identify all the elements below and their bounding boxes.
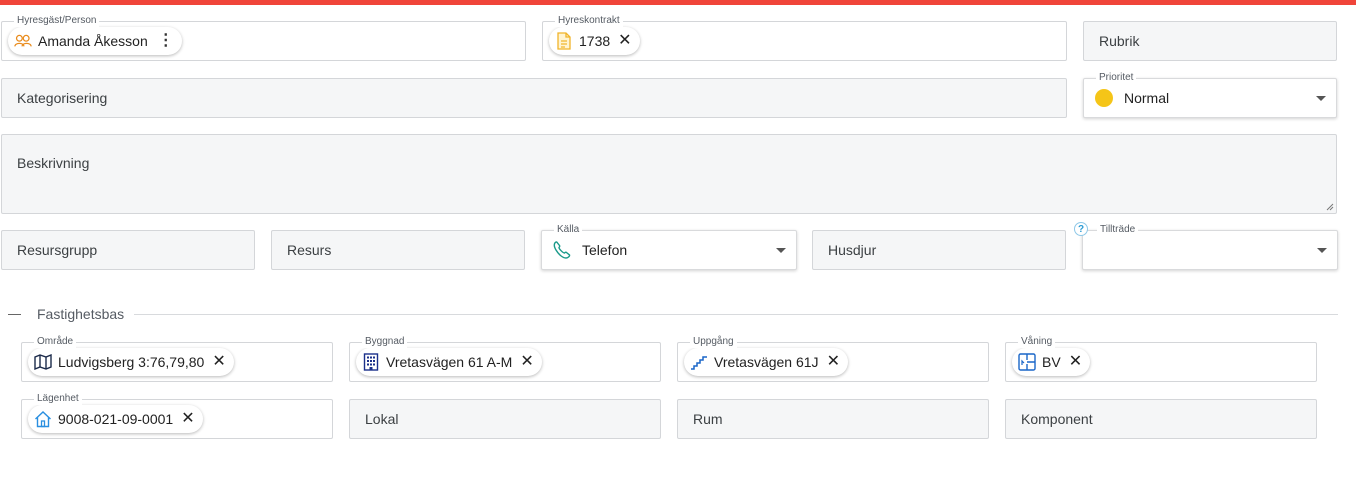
source-label: Källa xyxy=(554,224,583,236)
chevron-down-icon xyxy=(776,248,786,253)
premises-input[interactable]: Lokal xyxy=(349,399,661,439)
entrance-field[interactable]: Uppgång Vretasvägen 61J ✕ xyxy=(677,336,989,382)
chevron-down-icon xyxy=(1316,96,1326,101)
room-placeholder: Rum xyxy=(693,411,723,427)
resource-input[interactable]: Resurs xyxy=(271,230,525,270)
building-icon xyxy=(362,353,380,371)
title-placeholder: Rubrik xyxy=(1099,33,1140,49)
apartment-chip[interactable]: 9008-021-09-0001 ✕ xyxy=(28,405,203,433)
source-value: Telefon xyxy=(582,242,628,258)
collapse-icon[interactable] xyxy=(8,313,21,315)
priority-dot-icon xyxy=(1095,89,1113,107)
entrance-chip[interactable]: Vretasvägen 61J ✕ xyxy=(684,348,848,376)
stairs-icon xyxy=(690,353,708,371)
remove-area-icon[interactable]: ✕ xyxy=(212,354,225,370)
area-value: Ludvigsberg 3:76,79,80 xyxy=(58,354,205,370)
component-input[interactable]: Komponent xyxy=(1005,399,1317,439)
floor-chip[interactable]: BV ✕ xyxy=(1012,348,1091,376)
remove-building-icon[interactable]: ✕ xyxy=(520,354,533,370)
tenant-name: Amanda Åkesson xyxy=(38,33,148,49)
resize-handle-icon[interactable] xyxy=(1326,203,1334,211)
access-select[interactable]: Tillträde xyxy=(1082,224,1338,270)
floor-field[interactable]: Våning BV ✕ xyxy=(1005,336,1317,382)
resource-group-placeholder: Resursgrupp xyxy=(17,242,98,258)
title-input[interactable]: Rubrik xyxy=(1083,21,1337,61)
tenant-field[interactable]: Hyresgäst/Person Amanda Åkesson ⋮ xyxy=(1,15,526,61)
priority-select[interactable]: Prioritet Normal xyxy=(1083,72,1337,118)
contract-chip[interactable]: 1738 ✕ xyxy=(549,27,640,55)
remove-apartment-icon[interactable]: ✕ xyxy=(181,411,194,427)
entrance-value: Vretasvägen 61J xyxy=(714,354,819,370)
building-field[interactable]: Byggnad Vretasvägen 61 A-M ✕ xyxy=(349,336,661,382)
floor-icon xyxy=(1018,353,1036,371)
people-icon xyxy=(14,32,32,50)
building-label: Byggnad xyxy=(362,336,408,348)
description-textarea[interactable]: Beskrivning xyxy=(1,134,1337,214)
help-icon[interactable]: ? xyxy=(1074,222,1088,236)
access-label: Tillträde xyxy=(1097,224,1139,236)
category-placeholder: Kategorisering xyxy=(17,90,108,106)
section-divider xyxy=(134,313,1338,315)
priority-value: Normal xyxy=(1124,90,1170,106)
apartment-label: Lägenhet xyxy=(34,393,82,405)
description-placeholder: Beskrivning xyxy=(17,155,90,171)
section-title: Fastighetsbas xyxy=(37,306,125,322)
contract-number: 1738 xyxy=(579,33,611,49)
more-options-icon[interactable]: ⋮ xyxy=(158,33,174,49)
remove-floor-icon[interactable]: ✕ xyxy=(1069,354,1082,370)
contract-label: Hyreskontrakt xyxy=(555,15,623,27)
tenant-label: Hyresgäst/Person xyxy=(14,15,100,27)
floor-value: BV xyxy=(1042,354,1061,370)
phone-icon xyxy=(552,240,572,260)
component-placeholder: Komponent xyxy=(1021,411,1093,427)
remove-entrance-icon[interactable]: ✕ xyxy=(827,354,840,370)
map-icon xyxy=(34,353,52,371)
contract-field[interactable]: Hyreskontrakt 1738 ✕ xyxy=(542,15,1067,61)
tenant-chip[interactable]: Amanda Åkesson ⋮ xyxy=(8,27,182,55)
top-accent-bar xyxy=(0,0,1356,5)
building-value: Vretasvägen 61 A-M xyxy=(386,354,513,370)
area-field[interactable]: Område Ludvigsberg 3:76,79,80 ✕ xyxy=(21,336,333,382)
area-chip[interactable]: Ludvigsberg 3:76,79,80 ✕ xyxy=(28,348,234,376)
fastighetsbas-section-header[interactable]: Fastighetsbas xyxy=(8,304,1338,324)
pets-input[interactable]: Husdjur xyxy=(812,230,1066,270)
remove-contract-icon[interactable]: ✕ xyxy=(618,33,631,49)
entrance-label: Uppgång xyxy=(690,336,737,348)
priority-label: Prioritet xyxy=(1096,72,1137,84)
resource-group-input[interactable]: Resursgrupp xyxy=(1,230,255,270)
premises-placeholder: Lokal xyxy=(365,411,399,427)
pets-placeholder: Husdjur xyxy=(828,242,877,258)
document-icon xyxy=(555,32,573,50)
building-chip[interactable]: Vretasvägen 61 A-M ✕ xyxy=(356,348,542,376)
chevron-down-icon xyxy=(1317,248,1327,253)
apartment-value: 9008-021-09-0001 xyxy=(58,411,174,427)
category-input[interactable]: Kategorisering xyxy=(1,78,1067,118)
floor-label: Våning xyxy=(1018,336,1056,348)
apartment-field[interactable]: Lägenhet 9008-021-09-0001 ✕ xyxy=(21,393,333,439)
room-input[interactable]: Rum xyxy=(677,399,989,439)
source-select[interactable]: Källa Telefon xyxy=(541,224,797,270)
resource-placeholder: Resurs xyxy=(287,242,332,258)
home-icon xyxy=(34,410,52,428)
area-label: Område xyxy=(34,336,77,348)
